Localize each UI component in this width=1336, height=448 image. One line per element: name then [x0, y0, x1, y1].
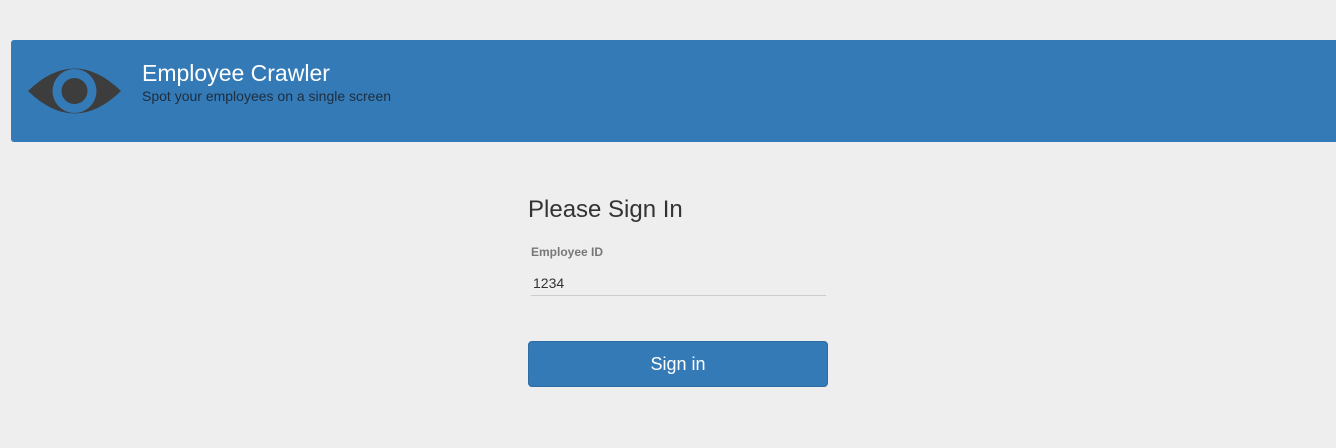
employee-id-input[interactable] [531, 270, 826, 296]
app-header: Employee Crawler Spot your employees on … [11, 40, 1336, 142]
sign-in-button[interactable]: Sign in [528, 341, 828, 387]
eye-icon [28, 57, 121, 125]
app-subtitle: Spot your employees on a single screen [142, 88, 392, 104]
employee-id-label: Employee ID [531, 245, 604, 259]
app-title: Employee Crawler [142, 60, 330, 86]
signin-title: Please Sign In [528, 196, 683, 223]
